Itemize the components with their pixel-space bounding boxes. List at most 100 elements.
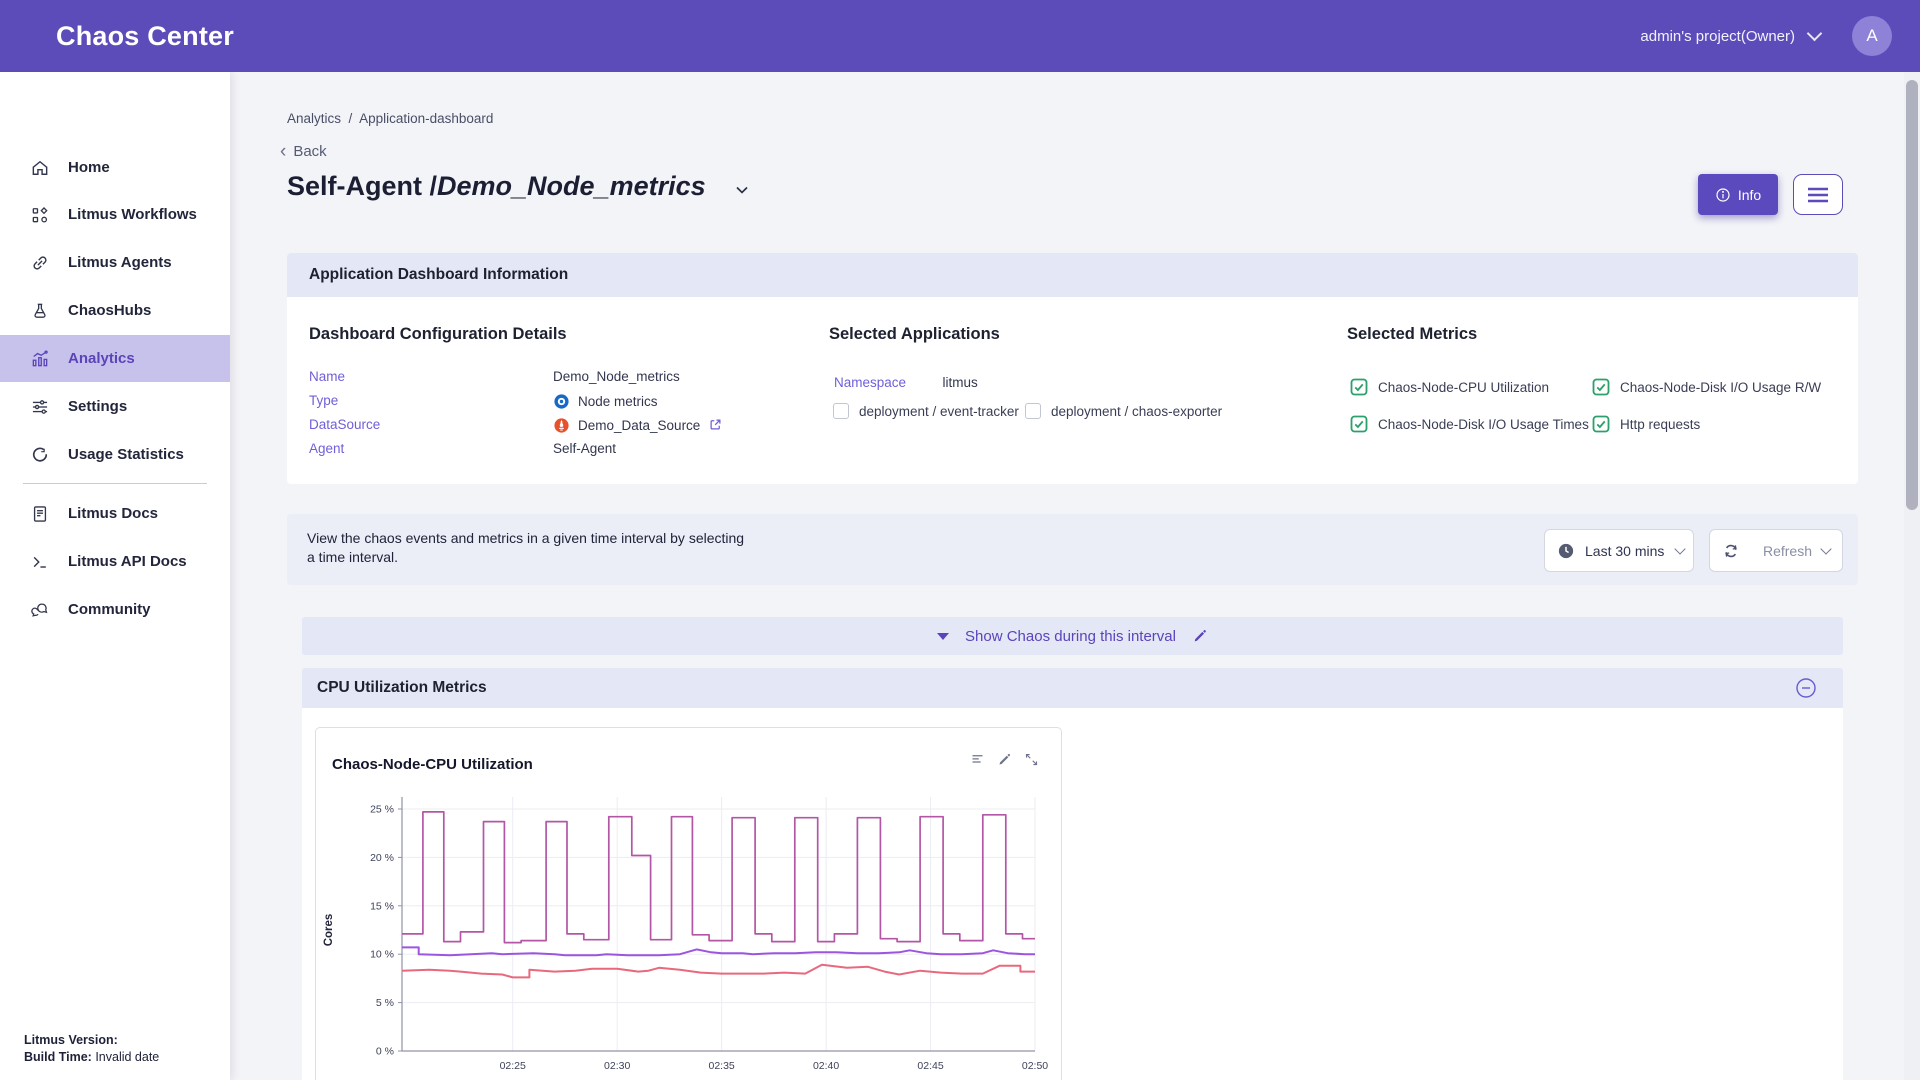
svg-text:20 %: 20 % [370, 852, 394, 864]
back-button[interactable]: ‹ Back [280, 143, 327, 160]
checkbox-label: deployment / event-tracker [859, 404, 1019, 419]
prometheus-icon [553, 417, 570, 434]
interval-description: View the chaos events and metrics in a g… [307, 529, 752, 567]
config-row-datasource: DataSource Demo_Data_Source [309, 417, 725, 434]
sidebar-item-label: ChaosHubs [68, 302, 151, 319]
usage-circle-icon [30, 445, 50, 465]
chevron-down-icon [1820, 543, 1831, 554]
info-button-label: Info [1738, 187, 1761, 203]
back-label: Back [293, 143, 326, 160]
config-value: Demo_Data_Source [578, 418, 700, 433]
info-button[interactable]: Info [1698, 174, 1778, 215]
sidebar-item-litmus-api-docs[interactable]: Litmus API Docs [0, 538, 230, 585]
checkbox-label: deployment / chaos-exporter [1051, 404, 1222, 419]
config-label: Type [309, 393, 553, 410]
page-title-agent: Self-Agent / [287, 171, 437, 202]
svg-text:02:40: 02:40 [813, 1060, 839, 1072]
checkbox-label: Http requests [1620, 417, 1700, 432]
title-chevron-down-icon[interactable] [732, 180, 752, 200]
breadcrumb: Analytics / Application-dashboard [287, 111, 493, 126]
refresh-dropdown-button[interactable]: Refresh [1751, 529, 1843, 572]
sidebar-item-label: Litmus Workflows [68, 206, 197, 223]
metric-checkbox-disk-times[interactable]: Chaos-Node-Disk I/O Usage Times [1350, 415, 1589, 433]
checkbox-label: Chaos-Node-Disk I/O Usage Times [1378, 417, 1589, 432]
sidebar-item-chaoshubs[interactable]: ChaosHubs [0, 287, 230, 334]
sidebar-item-community[interactable]: Community [0, 586, 230, 633]
analytics-icon [30, 349, 50, 369]
home-icon [30, 158, 50, 178]
sidebar-item-home[interactable]: Home [0, 144, 230, 191]
checkbox-unchecked-icon[interactable] [1025, 403, 1041, 419]
chevron-left-icon: ‹ [280, 145, 286, 159]
external-link-icon[interactable] [708, 417, 725, 434]
sidebar-item-label: Litmus API Docs [68, 553, 187, 570]
checkbox-checked-icon[interactable] [1350, 378, 1368, 396]
chevron-down-icon[interactable] [1807, 26, 1823, 42]
application-dashboard-information-card: Application Dashboard Information Dashbo… [287, 253, 1858, 484]
config-label: DataSource [309, 417, 553, 434]
header-right: admin's project(Owner) A [1640, 0, 1892, 72]
config-value: Self-Agent [553, 441, 616, 456]
sidebar-item-usage-statistics[interactable]: Usage Statistics [0, 431, 230, 478]
sidebar-item-label: Usage Statistics [68, 446, 184, 463]
triangle-down-icon [937, 633, 949, 640]
sidebar-item-settings[interactable]: Settings [0, 383, 230, 430]
namespace-row: Namespace litmus [834, 374, 978, 392]
metric-checkbox-cpu[interactable]: Chaos-Node-CPU Utilization [1350, 378, 1549, 396]
app-title: Chaos Center [56, 21, 234, 52]
scrollbar-thumb[interactable] [1906, 80, 1918, 510]
breadcrumb-application-dashboard[interactable]: Application-dashboard [359, 111, 493, 126]
selected-applications-title: Selected Applications [829, 325, 1000, 344]
avatar[interactable]: A [1852, 16, 1892, 56]
page-title: Self-Agent / Demo_Node_metrics [287, 171, 752, 202]
show-chaos-toggle[interactable]: Show Chaos during this interval [302, 617, 1843, 655]
sidebar-item-label: Home [68, 159, 110, 176]
terminal-icon [30, 552, 50, 572]
flask-icon [30, 301, 50, 321]
app-header: Chaos Center admin's project(Owner) A [0, 0, 1920, 72]
litmus-version-label: Litmus Version: [24, 1033, 118, 1047]
checkbox-checked-icon[interactable] [1350, 415, 1368, 433]
time-range-select[interactable]: Last 30 mins [1544, 529, 1694, 572]
hamburger-icon [1806, 186, 1830, 204]
breadcrumb-analytics[interactable]: Analytics [287, 111, 341, 126]
config-details-title: Dashboard Configuration Details [309, 325, 567, 344]
document-icon [30, 504, 50, 524]
application-checkbox-chaos-exporter[interactable]: deployment / chaos-exporter [1025, 403, 1222, 419]
collapse-section-button[interactable] [1794, 676, 1818, 700]
pencil-icon[interactable] [1192, 628, 1208, 644]
config-row-name: Name Demo_Node_metrics [309, 369, 680, 384]
checkbox-unchecked-icon[interactable] [833, 403, 849, 419]
sidebar-item-litmus-agents[interactable]: Litmus Agents [0, 239, 230, 286]
sidebar-item-litmus-workflows[interactable]: Litmus Workflows [0, 191, 230, 238]
info-icon [1715, 187, 1731, 203]
sidebar-item-label: Analytics [68, 350, 135, 367]
application-checkbox-event-tracker[interactable]: deployment / event-tracker [833, 403, 1019, 419]
sidebar-item-litmus-docs[interactable]: Litmus Docs [0, 490, 230, 537]
svg-text:02:30: 02:30 [604, 1060, 630, 1072]
time-range-value: Last 30 mins [1585, 543, 1664, 559]
namespace-value: litmus [943, 375, 978, 390]
checkbox-label: Chaos-Node-CPU Utilization [1378, 380, 1549, 395]
selected-metrics-title: Selected Metrics [1347, 325, 1477, 344]
chaos-center-app: Chaos Center admin's project(Owner) A Ho… [0, 0, 1920, 1080]
config-row-type: Type Node metrics [309, 393, 658, 410]
checkbox-checked-icon[interactable] [1592, 378, 1610, 396]
svg-text:5 %: 5 % [376, 997, 394, 1009]
metric-checkbox-disk-rw[interactable]: Chaos-Node-Disk I/O Usage R/W [1592, 378, 1821, 396]
cpu-chart-svg: 02:2502:3002:3502:4002:4502:500 %5 %10 %… [316, 738, 1061, 1078]
chevron-down-icon [1675, 543, 1686, 554]
svg-text:02:45: 02:45 [917, 1060, 943, 1072]
checkbox-checked-icon[interactable] [1592, 415, 1610, 433]
page-scrollbar[interactable] [1904, 72, 1920, 1080]
svg-text:10 %: 10 % [370, 949, 394, 961]
metric-checkbox-http[interactable]: Http requests [1592, 415, 1700, 433]
sidebar-item-analytics[interactable]: Analytics [0, 335, 230, 382]
svg-text:02:25: 02:25 [500, 1060, 526, 1072]
section-title: CPU Utilization Metrics [317, 679, 487, 697]
refresh-now-button[interactable] [1709, 529, 1752, 572]
refresh-icon [1721, 541, 1741, 561]
link-icon [30, 253, 50, 273]
project-selector-label[interactable]: admin's project(Owner) [1640, 28, 1795, 45]
dashboard-menu-button[interactable] [1793, 174, 1843, 215]
